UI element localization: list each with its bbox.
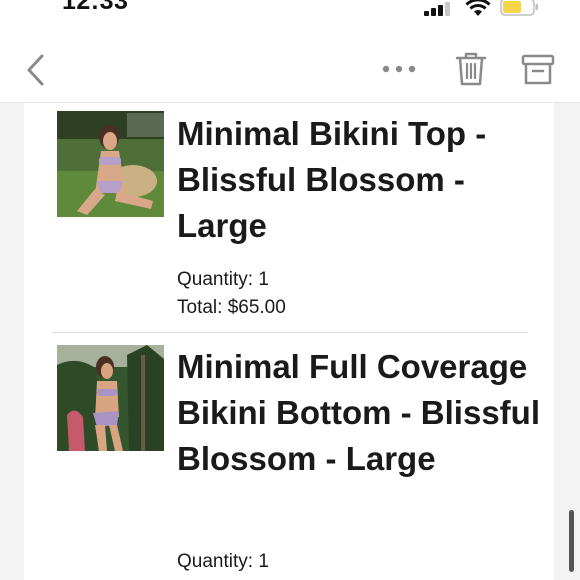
- product-image[interactable]: [57, 111, 164, 217]
- product-title[interactable]: Minimal Full Coverage Bikini Bottom - Bl…: [177, 344, 547, 482]
- status-bar: 12:33: [0, 0, 580, 22]
- product-image[interactable]: [57, 345, 164, 451]
- trash-icon[interactable]: [454, 50, 488, 88]
- email-body: Minimal Bikini Top - Blissful Blossom - …: [0, 103, 580, 580]
- more-horizontal-icon[interactable]: [380, 58, 418, 80]
- wifi-icon: [465, 0, 491, 16]
- battery-icon: [500, 0, 538, 16]
- email-toolbar: [0, 40, 580, 103]
- scrollbar[interactable]: [569, 510, 574, 572]
- product-title[interactable]: Minimal Bikini Top - Blissful Blossom - …: [177, 111, 547, 249]
- status-time: 12:33: [62, 0, 129, 15]
- order-card: Minimal Bikini Top - Blissful Blossom - …: [24, 103, 554, 580]
- cellular-signal-icon: [424, 2, 450, 16]
- product-total: Total: $65.00: [177, 297, 286, 318]
- chevron-left-icon[interactable]: [22, 52, 50, 88]
- archive-icon[interactable]: [520, 52, 556, 88]
- product-quantity: Quantity: 1: [177, 551, 269, 572]
- product-quantity: Quantity: 1: [177, 269, 269, 290]
- item-divider: [52, 332, 528, 333]
